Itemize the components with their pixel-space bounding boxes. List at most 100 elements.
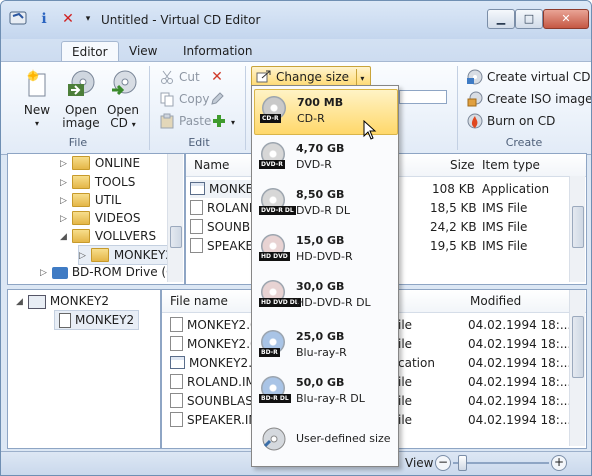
column-item-type[interactable]: Item type: [482, 154, 540, 176]
tab-information[interactable]: Information: [173, 41, 262, 61]
burn-icon: [467, 113, 483, 129]
list-item[interactable]: MONKEY2.EX: [170, 354, 262, 372]
pencil-icon: [209, 91, 225, 107]
open-image-icon: [65, 68, 97, 100]
media-name: HD-DVD-R DL: [296, 296, 371, 309]
collapse-icon[interactable]: ◢: [16, 293, 24, 311]
maximize-button[interactable]: □: [515, 9, 543, 29]
column-size[interactable]: Size: [450, 154, 475, 176]
capacity-label: 25,0 GB: [296, 330, 345, 343]
type-cell: IMS File: [482, 239, 528, 253]
table-row[interactable]: SPEAKER: [190, 237, 256, 255]
type-cell: ile: [398, 318, 413, 332]
create-virtual-cd-button[interactable]: Create virtual CD: [467, 68, 591, 86]
rename-button[interactable]: [209, 90, 229, 108]
file-list-scrollbar-thumb[interactable]: [572, 206, 584, 248]
open-cd-icon: [107, 68, 139, 100]
tree-item-videos[interactable]: ▷ VIDEOS: [60, 209, 140, 227]
expand-icon[interactable]: ▷: [60, 210, 68, 228]
folder-icon: [71, 228, 90, 243]
paste-button[interactable]: Paste: [159, 112, 211, 130]
modified-cell: 04.02.1994 18:...: [468, 318, 572, 332]
list-item[interactable]: SPEAKER.IMS: [170, 411, 262, 429]
menu-item-user-defined-size[interactable]: User-defined size: [254, 418, 396, 462]
tree-item-vollvers[interactable]: ◢ VOLLVERS: [60, 227, 156, 245]
zoom-out-button[interactable]: −: [435, 455, 451, 471]
clipboard-icon: [159, 113, 175, 129]
table-row[interactable]: SOUNBL: [190, 218, 256, 236]
menu-item-8-50gb-dvd-r-dl[interactable]: DVD-R DL 8,50 GB DVD-R DL: [254, 182, 396, 226]
delete-button[interactable]: ✕: [209, 68, 229, 86]
collapse-icon[interactable]: ◢: [60, 228, 68, 246]
image-list-scrollbar[interactable]: [569, 290, 585, 446]
type-cell: Application: [482, 182, 550, 196]
file-list-scrollbar[interactable]: [569, 176, 585, 282]
expand-icon[interactable]: ▷: [79, 247, 87, 265]
expand-icon[interactable]: ▷: [60, 192, 68, 210]
resize-icon: [256, 69, 272, 85]
quick-access-dropdown-icon[interactable]: ▾: [79, 10, 97, 28]
group-separator: [149, 66, 150, 150]
tree-item-online[interactable]: ▷ ONLINE: [60, 154, 140, 172]
change-size-dropdown-menu: CD-R 700 MB CD-R DVD-R 4,70 GB DVD-R DVD…: [251, 85, 399, 467]
tree-item-image-monkey2[interactable]: MONKEY2: [54, 310, 140, 330]
tree-item-monkey2[interactable]: ▷ MONKEY2: [78, 245, 168, 265]
zoom-slider-thumb[interactable]: [458, 455, 467, 471]
minimize-button[interactable]: ▁: [487, 9, 515, 29]
column-name[interactable]: Name: [194, 154, 229, 176]
modified-cell: 04.02.1994 18:...: [468, 394, 572, 408]
menu-item-700mb-cd-r[interactable]: CD-R 700 MB CD-R: [254, 89, 398, 140]
delete-icon[interactable]: ✕: [59, 10, 77, 28]
tree-scrollbar-thumb[interactable]: [170, 226, 182, 248]
new-dropdown-icon: ▾: [34, 119, 39, 128]
expand-icon[interactable]: ▷: [40, 264, 48, 282]
zoom-slider-track[interactable]: [453, 462, 549, 464]
menu-item-30gb-hd-dvd-r-dl[interactable]: HD DVD DL 30,0 GB HD-DVD-R DL: [254, 274, 396, 318]
column-file-name[interactable]: File name: [170, 290, 228, 312]
menu-item-25gb-blu-ray-r[interactable]: BD-R 25,0 GB Blu-ray-R: [254, 324, 396, 368]
app-icon[interactable]: [9, 10, 27, 28]
file-icon: [190, 238, 203, 253]
image-tree-pane: ◢ MONKEY2 MONKEY2: [7, 289, 161, 449]
expand-icon[interactable]: ▷: [60, 155, 68, 173]
group-separator: [457, 66, 458, 150]
group-separator: [245, 66, 246, 150]
tree-item-tools[interactable]: ▷ TOOLS: [60, 173, 135, 191]
tree-item-bd-rom-drive[interactable]: ▷ BD-ROM Drive (C: [40, 263, 168, 281]
new-document-icon: [21, 68, 53, 100]
open-image-button[interactable]: Open image: [59, 68, 103, 130]
tree-item-util[interactable]: ▷ UTIL: [60, 191, 121, 209]
media-name: DVD-R DL: [296, 204, 350, 217]
burn-button[interactable]: Burn on CD: [467, 112, 555, 130]
list-item[interactable]: SOUNBLAS.I: [170, 392, 262, 410]
media-badge: BD-R: [259, 348, 280, 357]
list-item[interactable]: MONKEY2.00: [170, 316, 262, 334]
column-modified[interactable]: Modified: [470, 290, 521, 312]
table-row[interactable]: MONKE: [190, 180, 256, 198]
cut-button[interactable]: Cut: [159, 68, 200, 86]
list-item[interactable]: ROLAND.IMS: [170, 373, 262, 391]
list-item[interactable]: MONKEY2.00: [170, 335, 262, 353]
tab-editor[interactable]: Editor: [61, 41, 119, 62]
tree-scrollbar[interactable]: [167, 154, 183, 282]
file-icon: [170, 336, 183, 351]
close-button[interactable]: ✕: [543, 9, 589, 29]
copy-button[interactable]: Copy: [159, 90, 209, 108]
application-icon: [170, 356, 185, 369]
capacity-label: 8,50 GB: [296, 188, 345, 201]
expand-icon[interactable]: ▷: [60, 174, 68, 192]
capacity-label: 30,0 GB: [296, 280, 345, 293]
table-row[interactable]: ROLAND: [190, 199, 256, 217]
image-list-scrollbar-thumb[interactable]: [572, 316, 584, 378]
new-button[interactable]: New ▾: [17, 68, 57, 130]
open-cd-button[interactable]: Open CD ▾: [103, 68, 143, 131]
zoom-in-button[interactable]: +: [551, 455, 567, 471]
tab-view[interactable]: View: [119, 41, 167, 61]
menu-item-15gb-hd-dvd-r[interactable]: HD DVD 15,0 GB HD-DVD-R: [254, 228, 396, 272]
tree-item-image-root[interactable]: ◢ MONKEY2: [16, 292, 109, 310]
menu-item-50gb-blu-ray-r-dl[interactable]: BD-R DL 50,0 GB Blu-ray-R DL: [254, 370, 396, 414]
add-button[interactable]: ▾: [211, 112, 235, 130]
menu-item-4-70gb-dvd-r[interactable]: DVD-R 4,70 GB DVD-R: [254, 136, 396, 180]
info-icon[interactable]: ℹ: [35, 10, 53, 28]
create-iso-button[interactable]: Create ISO image: [467, 90, 591, 108]
